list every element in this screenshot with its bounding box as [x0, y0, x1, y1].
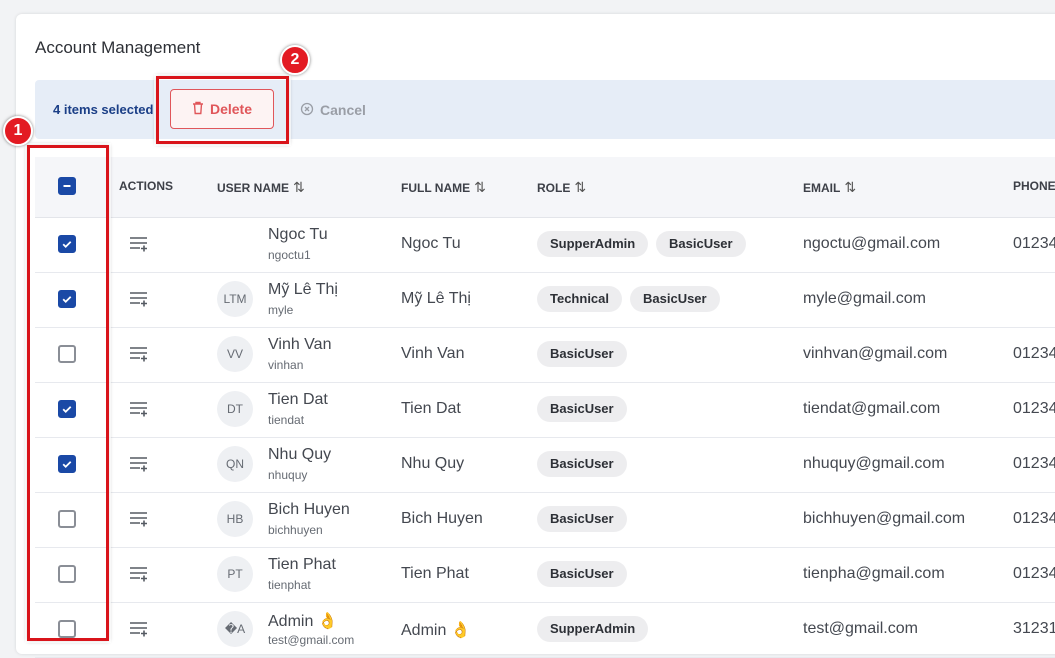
row-actions-icon[interactable]: [129, 510, 149, 533]
email: vinhvan@gmail.com: [803, 345, 948, 362]
full-name: Tien Dat: [401, 400, 461, 417]
avatar: QN: [217, 446, 253, 482]
full-name: Nhu Quy: [401, 455, 465, 472]
sort-icon: ⇅: [574, 179, 587, 195]
role-chip: BasicUser: [630, 286, 720, 312]
full-name: Mỹ Lê Thị: [401, 290, 471, 307]
phone: 01234: [1013, 565, 1055, 582]
avatar: VV: [217, 336, 253, 372]
full-name: Ngoc Tu: [401, 235, 461, 252]
row-actions-icon[interactable]: [129, 620, 149, 643]
column-actions: ACTIONS: [119, 179, 173, 193]
full-name: Admin 👌: [401, 622, 471, 639]
column-fullname[interactable]: FULL NAME ⇅: [401, 179, 486, 196]
username: Bich Huyen: [268, 501, 350, 518]
username: Mỹ Lê Thị: [268, 281, 338, 298]
username: Tien Phat: [268, 556, 336, 573]
avatar: DT: [217, 391, 253, 427]
user-login: vinhan: [268, 358, 304, 372]
column-role[interactable]: ROLE ⇅: [537, 179, 586, 196]
email: tienpha@gmail.com: [803, 565, 945, 582]
user-login: tienphat: [268, 578, 311, 592]
cancel-label: Cancel: [320, 102, 366, 118]
user-login: tiendat: [268, 413, 305, 427]
role-chip: BasicUser: [537, 561, 627, 587]
column-email[interactable]: EMAIL ⇅: [803, 179, 856, 196]
user-login: test@gmail.com: [268, 633, 355, 647]
row-actions-icon[interactable]: [129, 565, 149, 588]
role-chip: BasicUser: [537, 341, 627, 367]
email: bichhuyen@gmail.com: [803, 510, 966, 527]
column-username[interactable]: USER NAME ⇅: [217, 179, 305, 196]
email: tiendat@gmail.com: [803, 400, 941, 417]
user-login: nhuquy: [268, 468, 308, 482]
phone: 01234: [1013, 345, 1055, 362]
user-login: bichhuyen: [268, 523, 323, 537]
email: nhuquy@gmail.com: [803, 455, 945, 472]
user-login: myle: [268, 303, 294, 317]
page-title: Account Management: [35, 38, 201, 57]
email: ngoctu@gmail.com: [803, 235, 941, 252]
avatar: PT: [217, 556, 253, 592]
username: Vinh Van: [268, 336, 332, 353]
username: Ngoc Tu: [268, 226, 328, 243]
role-chip: BasicUser: [537, 396, 627, 422]
callout-box-delete: [156, 76, 289, 144]
phone: 01234: [1013, 455, 1055, 472]
role-chip: Technical: [537, 286, 623, 312]
username: Admin 👌: [268, 613, 338, 630]
avatar: HB: [217, 501, 253, 537]
selected-count: 4 items selected: [53, 102, 154, 117]
row-actions-icon[interactable]: [129, 400, 149, 423]
avatar: �A: [217, 611, 253, 647]
username: Tien Dat: [268, 391, 328, 408]
row-actions-icon[interactable]: [129, 455, 149, 478]
row-actions-icon[interactable]: [129, 290, 149, 313]
cancel-button[interactable]: Cancel: [300, 101, 366, 119]
cancel-circle-icon: [300, 102, 314, 119]
full-name: Vinh Van: [401, 345, 465, 362]
email: myle@gmail.com: [803, 290, 926, 307]
sort-icon: ⇅: [844, 179, 857, 195]
callout-box-checkboxes: [27, 145, 109, 641]
phone: 01234: [1013, 510, 1055, 527]
role-chip: SupperAdmin: [537, 231, 649, 257]
user-login: ngoctu1: [268, 248, 311, 262]
role-chip: BasicUser: [656, 231, 746, 257]
role-chip: SupperAdmin: [537, 616, 649, 642]
phone: 01234: [1013, 235, 1055, 252]
sort-icon: ⇅: [474, 179, 486, 195]
full-name: Tien Phat: [401, 565, 469, 582]
row-actions-icon[interactable]: [129, 235, 149, 258]
callout-badge-2: 2: [280, 45, 310, 75]
email: test@gmail.com: [803, 620, 918, 637]
phone: 31231: [1013, 620, 1055, 637]
callout-badge-1: 1: [3, 116, 33, 146]
avatar: LTM: [217, 281, 253, 317]
phone: 01234: [1013, 400, 1055, 417]
username: Nhu Quy: [268, 446, 332, 463]
column-phone[interactable]: PHONE: [1013, 179, 1055, 193]
sort-icon: ⇅: [293, 179, 305, 195]
row-actions-icon[interactable]: [129, 345, 149, 368]
role-chip: BasicUser: [537, 451, 627, 477]
full-name: Bich Huyen: [401, 510, 483, 527]
role-chip: BasicUser: [537, 506, 627, 532]
